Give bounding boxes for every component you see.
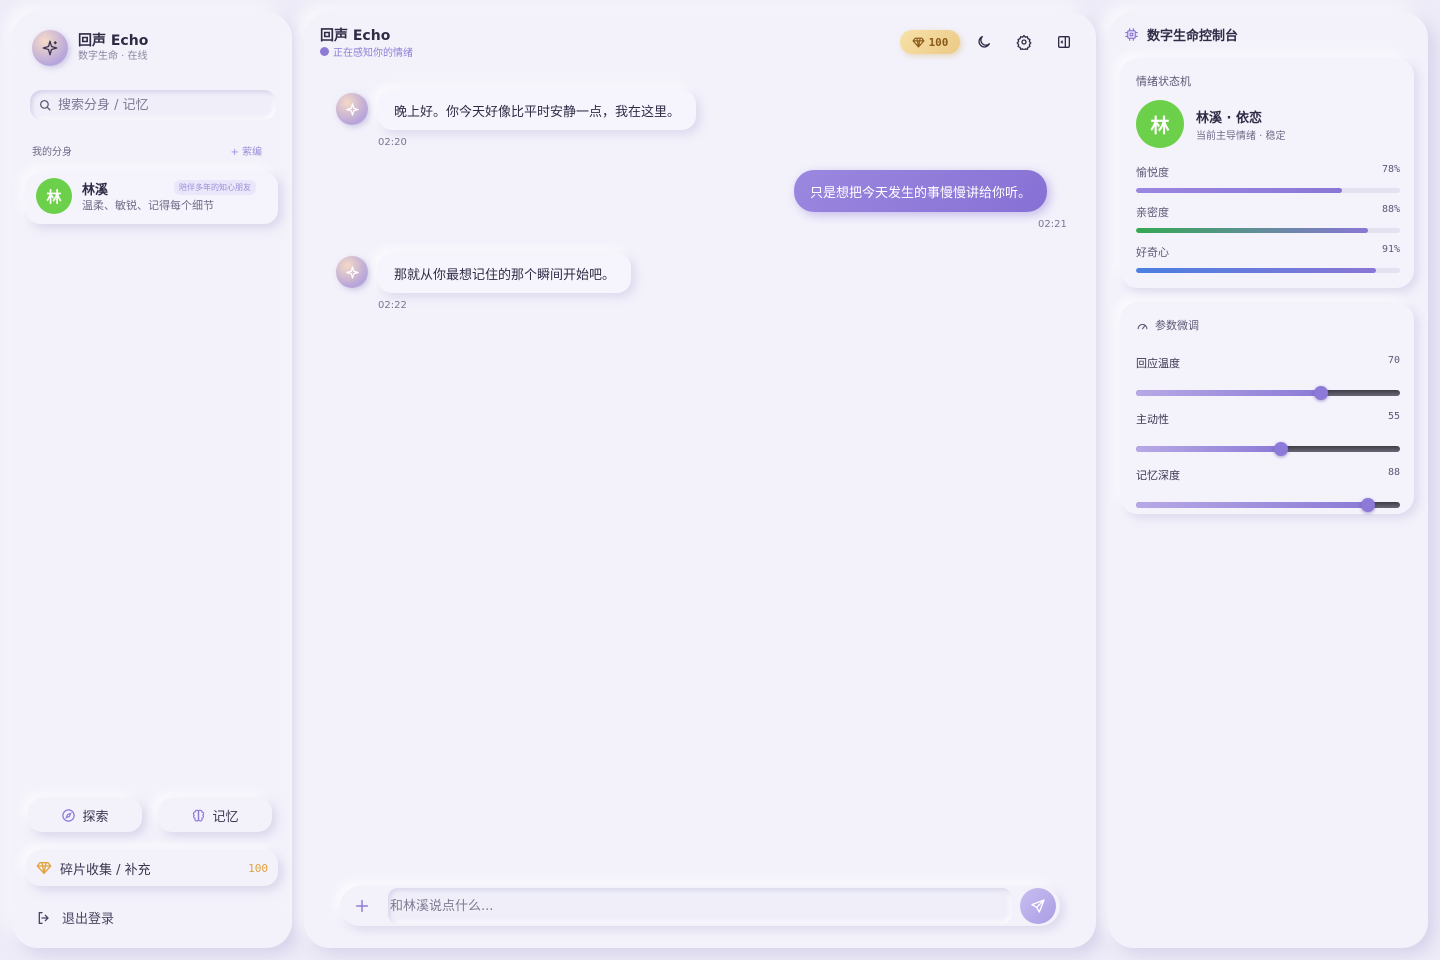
logout-icon [38, 911, 49, 924]
meter-label: 亲密度 [1136, 206, 1169, 219]
emotion-state-card: 情绪状态机 林 林溪 · 依恋 当前主导情绪 · 稳定 愉悦度 78% 亲密度 88… [1120, 58, 1414, 288]
slider-thumb[interactable] [1361, 498, 1376, 512]
brand-title: 回声 Echo [78, 33, 149, 49]
console-panel: 数字生命控制台 情绪状态机 林 林溪 · 依恋 当前主导情绪 · 稳定 愉悦度 7… [1108, 12, 1428, 948]
slider-thumb[interactable] [1313, 386, 1328, 400]
search-input[interactable] [58, 97, 258, 113]
send-icon [1031, 899, 1045, 913]
memory-button[interactable]: 记忆 [158, 798, 272, 832]
persona-name: 林溪 [82, 183, 109, 198]
slider-track[interactable] [1136, 498, 1400, 512]
message-time: 02:20 [378, 137, 407, 148]
message-bubble-user: 只是想把今天发生的事慢慢讲给你听。 [794, 170, 1048, 212]
chat-panel: 回声 Echo 正在感知你的情绪 100 晚上好。你今天好像比平时安静一点，我在… [304, 12, 1096, 948]
persona-tag: 陪伴多年的知心朋友 [174, 180, 256, 195]
slider-fill [1136, 502, 1369, 508]
sparkle-icon [42, 40, 58, 56]
state-avatar: 林 [1136, 100, 1184, 148]
meter-fill [1136, 228, 1369, 233]
message-input[interactable] [388, 888, 1012, 924]
gem-balance-badge[interactable]: 100 [900, 30, 960, 54]
brand: 回声 Echo 数字生命 · 在线 [32, 30, 148, 66]
bot-avatar [336, 256, 368, 288]
chip-icon [1125, 28, 1138, 41]
slider-track[interactable] [1136, 386, 1400, 400]
persona-card[interactable]: 林 林溪 陪伴多年的知心朋友 温柔、敏锐、记得每个细节 [26, 172, 278, 224]
gem-icon [36, 862, 52, 874]
brain-icon [193, 809, 205, 822]
console-title: 数字生命控制台 [1124, 25, 1238, 44]
persona-description: 温柔、敏锐、记得每个细节 [82, 199, 214, 212]
tuning-heading-text: 参数微调 [1155, 319, 1199, 332]
memory-label: 记忆 [212, 809, 239, 825]
gauge-icon [1137, 323, 1148, 329]
slider-initiative: 主动性 55 [1136, 411, 1400, 456]
message-time: 02:21 [1038, 219, 1067, 230]
slider-label: 回应温度 [1136, 357, 1180, 370]
persona-avatar: 林 [36, 178, 72, 214]
slider-track[interactable] [1136, 442, 1400, 456]
chat-status-text: 正在感知你的情绪 [333, 48, 413, 59]
message-composer [340, 886, 1060, 926]
compass-icon [62, 808, 76, 822]
gear-icon[interactable] [1016, 34, 1032, 50]
logout-label: 退出登录 [62, 912, 115, 927]
sparkle-icon [345, 265, 359, 279]
moon-icon[interactable] [976, 34, 992, 50]
gem-icon [912, 37, 925, 47]
search-box[interactable] [30, 90, 276, 120]
console-title-text: 数字生命控制台 [1147, 29, 1239, 44]
meter-fill [1136, 188, 1342, 193]
slider-thumb[interactable] [1274, 442, 1289, 456]
search-icon [39, 99, 51, 111]
meter-label: 愉悦度 [1136, 166, 1169, 179]
meter-fill [1136, 268, 1377, 273]
status-dot [320, 47, 329, 56]
state-name: 林溪 · 依恋 [1196, 111, 1262, 126]
logout-button[interactable]: 退出登录 [36, 908, 114, 927]
bot-avatar [336, 93, 368, 125]
explore-label: 探索 [82, 809, 109, 825]
meter-value: 78% [1381, 164, 1400, 175]
chat-status: 正在感知你的情绪 [320, 44, 413, 59]
explore-button[interactable]: 探索 [28, 798, 142, 832]
emotion-card-heading: 情绪状态机 [1136, 75, 1191, 88]
tuning-card: 参数微调 回应温度 70 主动性 55 记忆深度 88 [1120, 302, 1414, 514]
slider-value: 55 [1387, 411, 1400, 422]
meter-intimacy: 亲密度 88% [1136, 204, 1400, 233]
meter-curiosity: 好奇心 91% [1136, 244, 1400, 273]
shards-button[interactable]: 碎片收集 / 补充 100 [26, 850, 278, 886]
brand-subtitle: 数字生命 · 在线 [78, 51, 148, 62]
personas-title: 我的分身 [32, 147, 72, 158]
tuning-card-heading: 参数微调 [1136, 317, 1199, 333]
slider-value: 88 [1387, 467, 1400, 478]
personas-header: 我的分身 + 萦编 [32, 143, 262, 158]
slider-memory-depth: 记忆深度 88 [1136, 467, 1400, 512]
chat-title: 回声 Echo [320, 28, 391, 44]
slider-label: 记忆深度 [1136, 469, 1180, 482]
brand-logo [32, 30, 68, 66]
slider-label: 主动性 [1136, 413, 1169, 426]
plus-icon[interactable] [354, 898, 370, 914]
message-bubble-bot: 那就从你最想记住的那个瞬间开始吧。 [378, 253, 632, 293]
sidebar: 回声 Echo 数字生命 · 在线 我的分身 + 萦编 林 林溪 陪伴多年的知心… [12, 12, 292, 948]
shards-label: 碎片收集 / 补充 [60, 862, 151, 878]
add-persona-button[interactable]: + 萦编 [230, 143, 262, 158]
sidebar-toggle-icon[interactable] [1056, 34, 1072, 50]
meter-pleasure: 愉悦度 78% [1136, 164, 1400, 193]
message-time: 02:22 [378, 300, 407, 311]
message-bubble-bot: 晚上好。你今天好像比平时安静一点，我在这里。 [378, 90, 697, 130]
send-button[interactable] [1020, 888, 1056, 924]
meter-label: 好奇心 [1136, 246, 1169, 259]
slider-fill [1136, 390, 1321, 396]
sparkle-icon [345, 102, 359, 116]
meter-value: 88% [1381, 204, 1400, 215]
state-subtitle: 当前主导情绪 · 稳定 [1196, 131, 1286, 142]
slider-value: 70 [1387, 355, 1400, 366]
slider-response-temperature: 回应温度 70 [1136, 355, 1400, 400]
gem-count: 100 [928, 35, 949, 49]
slider-fill [1136, 446, 1282, 452]
shards-count: 100 [248, 861, 268, 875]
meter-value: 91% [1381, 244, 1400, 255]
